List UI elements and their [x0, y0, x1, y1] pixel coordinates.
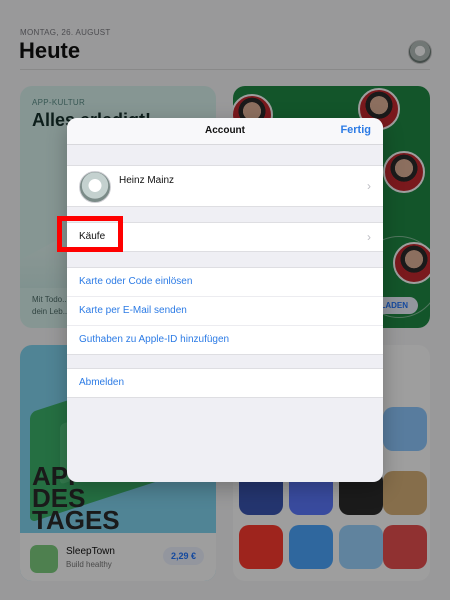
highlight-box [57, 216, 123, 252]
send-gift-row[interactable]: Karte per E-Mail senden [67, 297, 383, 326]
redeem-row[interactable]: Karte oder Code einlösen [67, 268, 383, 297]
add-funds-row[interactable]: Guthaben zu Apple-ID hinzufügen [67, 326, 383, 354]
done-button[interactable]: Fertig [340, 124, 371, 136]
profile-group: Heinz Mainz › [67, 165, 383, 207]
profile-name: Heinz Mainz [119, 175, 175, 186]
signout-group: Abmelden [67, 368, 383, 398]
add-funds-link: Guthaben zu Apple-ID hinzufügen [79, 334, 230, 345]
sign-out-row[interactable]: Abmelden [67, 369, 383, 397]
actions-group: Karte oder Code einlösen Karte per E-Mai… [67, 267, 383, 355]
send-gift-link: Karte per E-Mail senden [79, 305, 187, 316]
account-modal: Account Fertig Heinz Mainz › Käufe › Kar… [67, 118, 383, 482]
sign-out-link: Abmelden [79, 377, 125, 388]
profile-row[interactable]: Heinz Mainz › [67, 166, 383, 206]
chevron-right-icon: › [367, 230, 371, 244]
modal-title: Account [205, 125, 245, 136]
avatar-icon [79, 171, 111, 203]
modal-header: Account Fertig [67, 118, 383, 145]
redeem-link: Karte oder Code einlösen [79, 276, 193, 287]
chevron-right-icon: › [367, 179, 371, 193]
